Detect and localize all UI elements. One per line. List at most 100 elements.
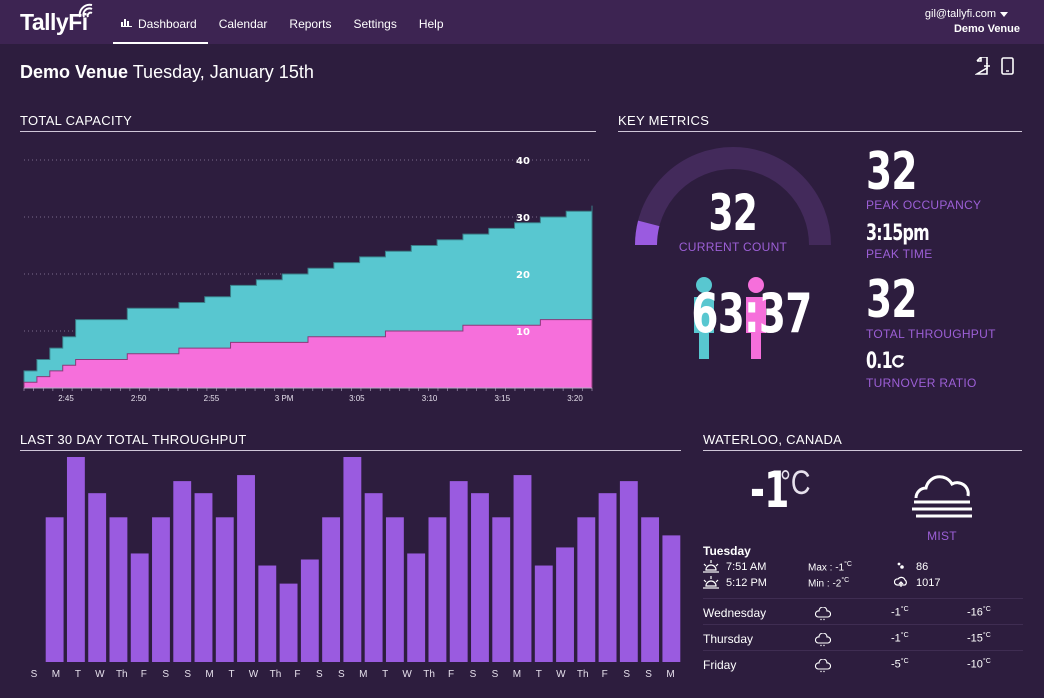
weather-condition: MIST bbox=[927, 529, 957, 543]
sunset-time: 5:12 PM bbox=[726, 577, 767, 589]
pressure-icon bbox=[894, 576, 907, 587]
today-max: Max : -1°C bbox=[808, 561, 852, 573]
day-label: S bbox=[623, 669, 630, 680]
throughput-bar bbox=[385, 517, 404, 662]
x-tick-label: 3 PM bbox=[275, 394, 294, 403]
throughput-bar bbox=[194, 493, 213, 662]
today-min-value: Min : -2 bbox=[808, 578, 842, 590]
x-tick-label: 2:55 bbox=[204, 394, 220, 403]
total-capacity-chart: 10 20 30 40 2:45 2:50 2:55 3 PM 3:05 3:10 3:15 3:20 bbox=[23, 156, 593, 403]
nav-help[interactable]: Help bbox=[408, 0, 455, 44]
forecast-low: -10°C bbox=[967, 658, 991, 671]
nav-calendar[interactable]: Calendar bbox=[208, 0, 279, 44]
page-title: Demo Venue Tuesday, January 15th bbox=[20, 62, 314, 83]
throughput-bar bbox=[66, 457, 85, 662]
throughput-bar bbox=[109, 517, 128, 662]
throughput-bar bbox=[534, 565, 553, 662]
pressure-value: 1017 bbox=[916, 577, 941, 589]
throughput-bar bbox=[300, 559, 319, 662]
nav-dashboard-label: Dashboard bbox=[138, 17, 197, 31]
user-email: gil@tallyfi.com bbox=[924, 8, 996, 20]
today-day: Tuesday bbox=[703, 544, 751, 558]
today-max-value: Max : -1 bbox=[808, 562, 845, 574]
throughput-bar bbox=[407, 553, 426, 662]
turnover-text: 0.1 bbox=[866, 349, 893, 374]
throughput-bar bbox=[237, 475, 255, 662]
day-label: M bbox=[666, 669, 674, 680]
mobile-icon[interactable] bbox=[1001, 57, 1014, 75]
y-tick-label: 30 bbox=[516, 213, 530, 224]
weather-title: WATERLOO, CANADA bbox=[703, 432, 1022, 451]
throughput-bar bbox=[641, 517, 660, 662]
day-label: W bbox=[95, 669, 105, 680]
peak-occupancy-label: PEAK OCCUPANCY bbox=[866, 198, 982, 212]
peak-occupancy-text: 32 bbox=[866, 142, 917, 202]
throughput-bar bbox=[556, 547, 574, 662]
throughput-bar bbox=[471, 493, 489, 662]
day-label: S bbox=[31, 669, 38, 680]
day-label: S bbox=[470, 669, 477, 680]
nav-dashboard[interactable]: Dashboard bbox=[113, 0, 208, 44]
sunset-icon bbox=[703, 576, 719, 589]
x-tick-label: 3:15 bbox=[494, 394, 510, 403]
last30-title: LAST 30 DAY TOTAL THROUGHPUT bbox=[20, 432, 681, 451]
total-capacity-title: TOTAL CAPACITY bbox=[20, 113, 596, 132]
throughput-bar bbox=[152, 517, 170, 662]
wifi-icon bbox=[78, 3, 93, 18]
throughput-bar bbox=[577, 517, 596, 662]
throughput-bar bbox=[513, 475, 532, 662]
throughput-bar bbox=[45, 517, 64, 662]
nav-settings[interactable]: Settings bbox=[342, 0, 407, 44]
add-file-icon[interactable] bbox=[975, 57, 991, 75]
day-label: T bbox=[536, 669, 542, 680]
throughput-bar bbox=[322, 517, 341, 662]
header-actions bbox=[975, 57, 1014, 75]
day-label: F bbox=[602, 669, 608, 680]
cloud-icon bbox=[815, 607, 831, 621]
day-label: M bbox=[513, 669, 521, 680]
day-label: Th bbox=[423, 669, 435, 680]
throughput-bar bbox=[449, 481, 468, 662]
forecast-high: -1°C bbox=[891, 606, 909, 619]
day-label: W bbox=[556, 669, 566, 680]
day-label: M bbox=[52, 669, 60, 680]
throughput-bar bbox=[428, 517, 447, 662]
cloud-icon bbox=[815, 659, 831, 673]
forecast-day: Wednesday bbox=[703, 606, 767, 620]
current-count-text: 32 bbox=[708, 184, 758, 242]
x-tick-label: 3:10 bbox=[422, 394, 438, 403]
throughput-bar bbox=[492, 517, 511, 662]
y-tick-label: 40 bbox=[516, 156, 530, 167]
throughput-bar bbox=[173, 481, 192, 662]
x-tick-label: 2:50 bbox=[131, 394, 147, 403]
day-label: T bbox=[75, 669, 81, 680]
refresh-icon bbox=[892, 355, 905, 368]
user-menu[interactable]: gil@tallyfi.com Demo Venue bbox=[924, 7, 1020, 37]
day-label: S bbox=[162, 669, 169, 680]
page-title-date: Tuesday, January 15th bbox=[132, 62, 314, 82]
logo[interactable]: TallyFi bbox=[20, 3, 93, 36]
humidity-value: 86 bbox=[916, 561, 929, 573]
top-nav-bar: TallyFi Dashboard Calendar Reports Setti… bbox=[0, 0, 1044, 44]
throughput-bar bbox=[279, 583, 298, 662]
throughput-bar bbox=[258, 565, 277, 662]
nav-reports[interactable]: Reports bbox=[278, 0, 342, 44]
day-label: S bbox=[184, 669, 191, 680]
total-throughput-text: 32 bbox=[866, 270, 917, 330]
day-label: M bbox=[205, 669, 213, 680]
day-label: F bbox=[294, 669, 300, 680]
last30-bar-chart: S M T W Th F S S M T W Th F S S M T W Th F S S M T W Th F S S M bbox=[31, 457, 681, 680]
chevron-down-icon bbox=[1000, 11, 1008, 17]
day-label: F bbox=[141, 669, 147, 680]
forecast-row: Friday -5°C -10°C bbox=[703, 650, 1023, 676]
throughput-bar bbox=[364, 493, 383, 662]
today-max-unit: °C bbox=[844, 561, 852, 568]
today-min: Min : -2°C bbox=[808, 577, 849, 589]
forecast-high: -5°C bbox=[891, 658, 909, 671]
current-ratio-value: 63:37 bbox=[668, 282, 812, 346]
throughput-bar bbox=[619, 481, 638, 662]
x-tick-label: 3:05 bbox=[349, 394, 365, 403]
day-label: Th bbox=[577, 669, 589, 680]
day-label: S bbox=[316, 669, 323, 680]
day-label: W bbox=[249, 669, 259, 680]
